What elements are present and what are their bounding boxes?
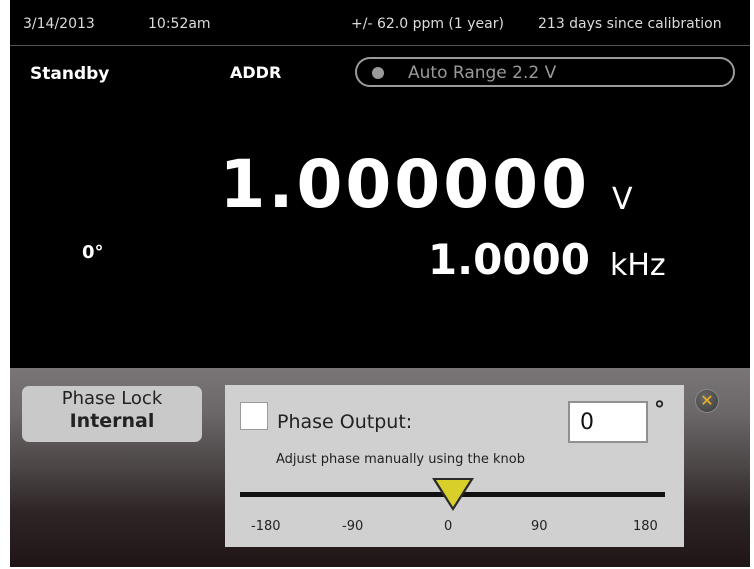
phase-readout: 0° (82, 242, 104, 263)
phase-panel: Phase Lock Internal Phase Output: ° Adju… (10, 368, 750, 567)
frequency-value[interactable]: 1.0000 (428, 235, 590, 285)
amplitude-unit: V (612, 182, 633, 217)
slider-tick: 0 (444, 519, 453, 534)
status-time: 10:52am (148, 16, 211, 32)
phase-output-dialog: Phase Output: ° Adjust phase manually us… (225, 385, 684, 547)
slider-tick: -180 (251, 519, 281, 534)
status-date: 3/14/2013 (23, 16, 95, 32)
slider-tick: -90 (342, 519, 364, 534)
phase-lock-button[interactable]: Phase Lock Internal (22, 386, 202, 442)
amplitude-value[interactable]: 1.000000 (219, 150, 590, 220)
phase-lock-title: Phase Lock (61, 388, 163, 409)
status-bar: 3/14/2013 10:52am +/- 62.0 ppm (1 year) … (10, 0, 750, 45)
phase-help-text: Adjust phase manually using the knob (276, 452, 525, 467)
mode-indicator[interactable]: Standby (30, 64, 109, 84)
status-divider (10, 45, 750, 46)
screen: 3/14/2013 10:52am +/- 62.0 ppm (1 year) … (0, 0, 754, 569)
auto-range-button[interactable]: Auto Range 2.2 V (355, 57, 735, 87)
phase-output-checkbox[interactable] (240, 402, 268, 430)
addr-indicator: ADDR (230, 63, 282, 82)
slider-tick: 90 (531, 519, 548, 534)
close-x-icon: ✕ (700, 391, 714, 410)
slider-tick: 180 (633, 519, 658, 534)
degree-symbol: ° (654, 398, 665, 423)
status-spec: +/- 62.0 ppm (1 year) (351, 16, 504, 32)
phase-slider-thumb-icon[interactable] (431, 478, 474, 511)
phase-value-input[interactable] (568, 401, 648, 443)
close-button[interactable]: ✕ (695, 389, 719, 413)
slider-thumb-fill (435, 480, 470, 507)
status-calibration: 213 days since calibration (538, 16, 722, 32)
instrument-display: 3/14/2013 10:52am +/- 62.0 ppm (1 year) … (10, 0, 750, 567)
range-indicator-icon (372, 67, 384, 79)
frequency-unit: kHz (610, 248, 666, 283)
phase-lock-value: Internal (69, 410, 155, 432)
range-label: Auto Range 2.2 V (408, 63, 557, 83)
phase-output-label: Phase Output: (277, 411, 413, 433)
